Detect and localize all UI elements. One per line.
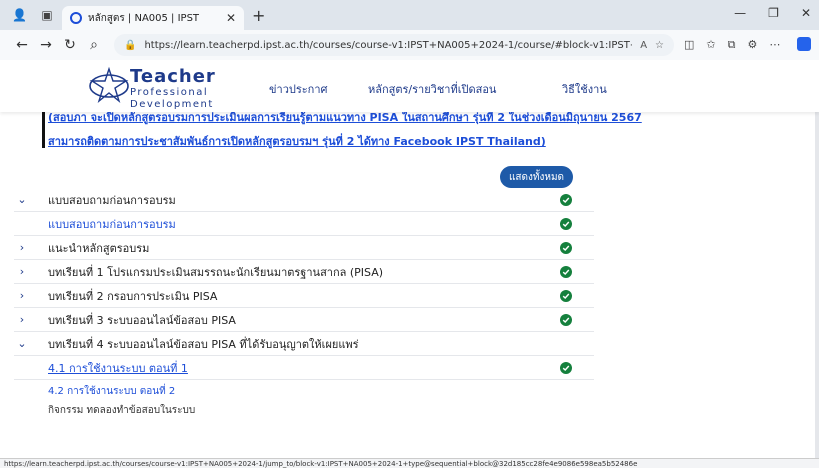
check-circle-icon bbox=[560, 266, 572, 278]
subsection-row[interactable]: 4.1 การใช้งานระบบ ตอนที่ 1 bbox=[14, 356, 594, 380]
more-menu-icon[interactable]: ⋯ bbox=[769, 38, 780, 52]
favorite-star-icon[interactable]: ☆ bbox=[655, 40, 664, 51]
subsection-row[interactable]: แบบสอบถามก่อนการอบรม bbox=[14, 212, 594, 236]
show-all-button[interactable]: แสดงทั้งหมด bbox=[500, 166, 573, 188]
nav-courses[interactable]: หลักสูตร/รายวิชาที่เปิดสอน bbox=[368, 80, 496, 98]
chevron-down-icon[interactable]: ⌄ bbox=[14, 337, 30, 350]
teacher-logo-icon[interactable] bbox=[88, 66, 130, 106]
reload-icon[interactable]: ↻ bbox=[58, 37, 82, 53]
forward-icon[interactable]: → bbox=[34, 37, 58, 53]
subsection-link[interactable]: 4.2 การใช้งานระบบ ตอนที่ 2 bbox=[48, 384, 594, 399]
section-row[interactable]: ⌄ บทเรียนที่ 4 ระบบออนไลน์ข้อสอบ PISA ที… bbox=[14, 332, 594, 356]
section-row[interactable]: › บทเรียนที่ 3 ระบบออนไลน์ข้อสอบ PISA bbox=[14, 308, 594, 332]
subsection-link[interactable]: แบบสอบถามก่อนการอบรม bbox=[48, 215, 176, 233]
tab-actions-icon[interactable]: ▣ bbox=[40, 8, 54, 22]
section-label: บทเรียนที่ 4 ระบบออนไลน์ข้อสอบ PISA ที่ไ… bbox=[48, 337, 359, 351]
subsection-link[interactable]: 4.1 การใช้งานระบบ ตอนที่ 1 bbox=[48, 359, 188, 377]
extensions-icon[interactable]: ⚙ bbox=[747, 38, 757, 52]
window-close-icon[interactable]: ✕ bbox=[801, 6, 811, 20]
site-logo-text[interactable]: Teacher Professional Development bbox=[130, 68, 216, 110]
section-label: แบบสอบถามก่อนการอบรม bbox=[48, 193, 176, 207]
course-outline: ⌄ แบบสอบถามก่อนการอบรม แบบสอบถามก่อนการอ… bbox=[14, 188, 594, 418]
check-circle-icon bbox=[560, 242, 572, 254]
page-viewport: (สอบภา จะเปิดหลักสูตรอบรมการประเมินผลการ… bbox=[0, 60, 819, 458]
browser-tab[interactable]: หลักสูตร | NA005 | IPST ✕ bbox=[62, 6, 244, 30]
site-header: Teacher Professional Development ข่าวประ… bbox=[0, 60, 819, 112]
favorites-icon[interactable]: ✩ bbox=[706, 38, 715, 52]
chevron-right-icon[interactable]: › bbox=[14, 265, 30, 278]
scrollbar[interactable] bbox=[815, 60, 819, 458]
logo-line-3: Development bbox=[130, 99, 214, 110]
section-label: แนะนำหลักสูตรอบรม bbox=[48, 241, 150, 255]
url-text[interactable]: https://learn.teacherpd.ipst.ac.th/cours… bbox=[144, 40, 632, 51]
chevron-right-icon[interactable]: › bbox=[14, 241, 30, 254]
browser-toolbar: ← → ↻ ⌕ 🔒 https://learn.teacherpd.ipst.a… bbox=[0, 30, 819, 60]
tab-title: หลักสูตร | NA005 | IPST bbox=[88, 12, 200, 24]
restore-icon[interactable]: ❐ bbox=[768, 6, 779, 20]
section-row[interactable]: › บทเรียนที่ 1 โปรแกรมประเมินสมรรถนะนักเ… bbox=[14, 260, 594, 284]
banner-accent-bar bbox=[42, 108, 45, 148]
check-circle-icon bbox=[560, 362, 572, 374]
tab-favicon-icon bbox=[70, 12, 82, 24]
check-circle-icon bbox=[560, 218, 572, 230]
section-row[interactable]: › แนะนำหลักสูตรอบรม bbox=[14, 236, 594, 260]
new-tab-icon[interactable]: + bbox=[252, 6, 265, 25]
copilot-icon[interactable] bbox=[797, 37, 811, 51]
close-tab-icon[interactable]: ✕ bbox=[226, 11, 236, 25]
read-aloud-icon[interactable]: A bbox=[640, 40, 647, 51]
section-label: บทเรียนที่ 3 ระบบออนไลน์ข้อสอบ PISA bbox=[48, 313, 236, 327]
lock-icon[interactable]: 🔒 bbox=[124, 40, 136, 51]
check-circle-icon bbox=[560, 194, 572, 206]
address-bar[interactable]: 🔒 https://learn.teacherpd.ipst.ac.th/cou… bbox=[114, 34, 674, 56]
section-label: บทเรียนที่ 1 โปรแกรมประเมินสมรรถนะนักเรี… bbox=[48, 265, 384, 279]
section-label: บทเรียนที่ 2 กรอบการประเมิน PISA bbox=[48, 289, 218, 303]
status-bar-url: https://learn.teacherpd.ipst.ac.th/cours… bbox=[0, 458, 819, 468]
check-circle-icon bbox=[560, 290, 572, 302]
banner-notice-line-2[interactable]: สามารถติดตามการประชาสัมพันธ์การเปิดหลักส… bbox=[48, 132, 546, 150]
search-icon[interactable]: ⌕ bbox=[82, 37, 106, 53]
minimize-icon[interactable]: — bbox=[734, 6, 746, 20]
logo-line-2: Professional bbox=[130, 87, 209, 98]
section-row[interactable]: ⌄ แบบสอบถามก่อนการอบรม bbox=[14, 188, 594, 212]
collections-icon[interactable]: ⧉ bbox=[728, 38, 736, 52]
back-icon[interactable]: ← bbox=[10, 37, 34, 53]
check-circle-icon bbox=[560, 314, 572, 326]
profile-icon[interactable]: 👤 bbox=[12, 8, 27, 22]
chevron-right-icon[interactable]: › bbox=[14, 289, 30, 302]
activity-label: กิจกรรม ทดลองทำข้อสอบในระบบ bbox=[48, 405, 196, 416]
logo-title: Teacher bbox=[130, 66, 216, 87]
split-screen-icon[interactable]: ◫ bbox=[684, 38, 694, 52]
nav-announcements[interactable]: ข่าวประกาศ bbox=[269, 80, 328, 98]
browser-title-bar: 👤 ▣ หลักสูตร | NA005 | IPST ✕ + — ❐ ✕ bbox=[0, 0, 819, 30]
nav-how-to-use[interactable]: วิธีใช้งาน bbox=[562, 80, 607, 98]
subsection-item[interactable]: 4.2 การใช้งานระบบ ตอนที่ 2 กิจกรรม ทดลอง… bbox=[14, 380, 594, 418]
section-row[interactable]: › บทเรียนที่ 2 กรอบการประเมิน PISA bbox=[14, 284, 594, 308]
chevron-right-icon[interactable]: › bbox=[14, 313, 30, 326]
chevron-down-icon[interactable]: ⌄ bbox=[14, 193, 30, 206]
